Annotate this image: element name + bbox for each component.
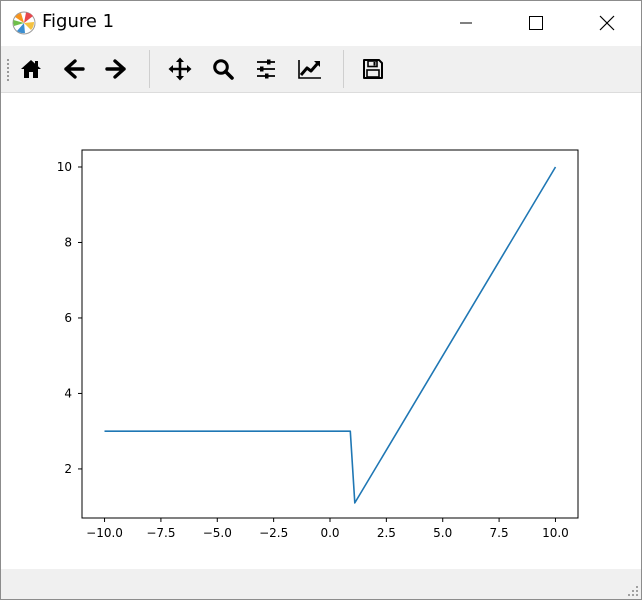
floppy-disk-icon [363, 59, 383, 79]
line-chart: −10.0 −7.5 −5.0 −2.5 0.0 2.5 5.0 7.5 10.0 2 4 6 8 10 [57, 149, 579, 540]
arrow-left-icon [64, 59, 85, 79]
figure-window: Figure 1 −10.0 −7.5 −5.0 −2.5 0.0 2.5 5.… [0, 0, 642, 600]
close-icon [599, 15, 615, 31]
save-button[interactable] [356, 52, 390, 86]
subplots-button[interactable] [249, 52, 283, 86]
x-tick-label: −7.5 [146, 526, 175, 540]
plot-area [104, 166, 557, 504]
series-line [104, 166, 557, 504]
close-button[interactable] [584, 1, 630, 45]
x-tick-label: 10.0 [542, 526, 569, 540]
x-tick-label: 7.5 [490, 526, 509, 540]
arrow-right-icon [105, 59, 126, 79]
title-bar[interactable]: Figure 1 [1, 1, 641, 45]
x-tick-label: 0.0 [320, 526, 339, 540]
status-bar [1, 569, 641, 599]
resize-grip-icon[interactable] [627, 585, 639, 597]
figure-canvas[interactable]: −10.0 −7.5 −5.0 −2.5 0.0 2.5 5.0 7.5 10.0 2 4 6 8 10 [1, 93, 641, 569]
toolbar-separator [343, 50, 344, 88]
x-axis: −10.0 −7.5 −5.0 −2.5 0.0 2.5 5.0 7.5 10.0 [86, 518, 569, 540]
window-title: Figure 1 [42, 11, 115, 32]
y-tick-label: 4 [64, 386, 72, 400]
pan-button[interactable] [163, 52, 197, 86]
axes-frame [81, 149, 579, 519]
minimize-button[interactable] [443, 1, 489, 45]
y-tick-label: 6 [64, 311, 72, 325]
toolbar-separator [149, 50, 150, 88]
y-axis: 2 4 6 8 10 [57, 160, 82, 476]
y-tick-label: 2 [64, 462, 72, 476]
x-tick-label: 2.5 [377, 526, 396, 540]
y-tick-label: 10 [57, 160, 72, 174]
y-tick-label: 8 [64, 235, 72, 249]
x-tick-label: 5.0 [433, 526, 452, 540]
navigation-toolbar [1, 46, 641, 93]
minimize-icon [460, 22, 472, 24]
move-arrows-icon [168, 57, 192, 81]
back-button[interactable] [57, 52, 91, 86]
magnifier-icon [213, 59, 234, 80]
maximize-button[interactable] [513, 1, 559, 45]
line-chart-icon [298, 60, 321, 79]
zoom-button[interactable] [206, 52, 240, 86]
matplotlib-logo-icon [12, 11, 36, 35]
home-icon [21, 60, 41, 78]
x-tick-label: −5.0 [203, 526, 232, 540]
maximize-icon [529, 16, 543, 30]
edit-axes-button[interactable] [293, 52, 327, 86]
home-button[interactable] [14, 52, 48, 86]
forward-button[interactable] [99, 52, 133, 86]
x-tick-label: −2.5 [259, 526, 288, 540]
toolbar-grip[interactable] [7, 59, 12, 81]
sliders-icon [257, 59, 275, 79]
x-tick-label: −10.0 [86, 526, 123, 540]
